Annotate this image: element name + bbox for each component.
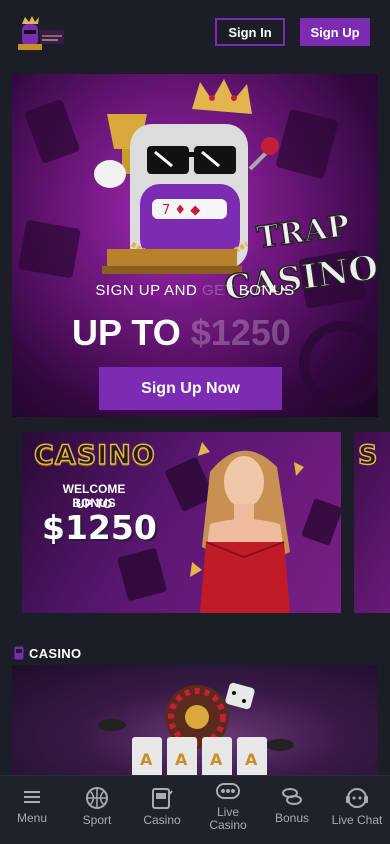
casino-section-icon <box>14 646 24 660</box>
sign-up-now-button[interactable]: Sign Up Now <box>99 367 282 410</box>
nav-label-casino: Casino <box>143 813 181 827</box>
nav-item-bonus[interactable]: Bonus <box>268 776 316 844</box>
casino-section-title: CASINO <box>29 645 82 661</box>
casino-roulette-illustration: A A A A <box>98 682 294 785</box>
nav-item-live-casino[interactable]: Live Casino <box>198 776 258 844</box>
promo-next-title: S <box>357 439 378 472</box>
promo-card-next[interactable]: S <box>354 432 390 613</box>
svg-text:7 ♦ ◆: 7 ♦ ◆ <box>162 203 200 218</box>
svg-text:A: A <box>245 750 258 769</box>
chat-support-icon <box>346 788 368 808</box>
promo-card-welcome-bonus[interactable]: CASINO WELCOME BONUS UP TO $1250 <box>22 432 341 613</box>
nav-item-live-chat[interactable]: Live Chat <box>326 776 388 844</box>
nav-label-live-chat: Live Chat <box>331 813 383 827</box>
slot-machine-icon <box>152 788 173 809</box>
hero-amount: UP TO $1250 <box>72 312 291 353</box>
hero-mascot-illustration: 7 ♦ ◆ TRAP CASINO <box>18 79 378 407</box>
nav-item-menu[interactable]: Menu <box>8 776 56 844</box>
coins-icon <box>282 788 302 805</box>
nav-label-sport: Sport <box>82 813 112 827</box>
svg-text:TRAP: TRAP <box>255 208 352 256</box>
sign-in-button[interactable]: Sign In <box>215 18 285 46</box>
svg-text:A: A <box>210 750 223 769</box>
nav-label-menu: Menu <box>16 811 48 825</box>
live-table-icon <box>216 783 240 799</box>
nav-label-live-casino: Live Casino <box>209 805 247 832</box>
nav-item-casino[interactable]: Casino <box>138 776 186 844</box>
header: Sign In Sign Up <box>0 0 390 66</box>
basketball-icon <box>86 787 108 809</box>
hero-subtitle: SIGN UP AND GET BONUS <box>95 282 295 299</box>
trap-casino-logo-icon[interactable] <box>14 14 66 54</box>
hero-banner[interactable]: 7 ♦ ◆ TRAP CASINO SIGN UP AND GET BONUS … <box>12 74 378 417</box>
casino-game-card[interactable]: A A A A <box>12 665 378 785</box>
nav-label-bonus: Bonus <box>274 811 310 825</box>
casino-section-header: CASINO <box>14 644 81 662</box>
menu-icon <box>24 791 40 803</box>
svg-text:A: A <box>140 750 153 769</box>
promo-title: CASINO <box>33 439 156 472</box>
promo-amount: $1250 <box>42 508 157 547</box>
bottom-navigation: Menu Sport Casino Live Casino Bonus Live… <box>0 775 390 844</box>
svg-text:A: A <box>175 750 188 769</box>
sign-up-button[interactable]: Sign Up <box>300 18 370 46</box>
nav-item-sport[interactable]: Sport <box>73 776 121 844</box>
